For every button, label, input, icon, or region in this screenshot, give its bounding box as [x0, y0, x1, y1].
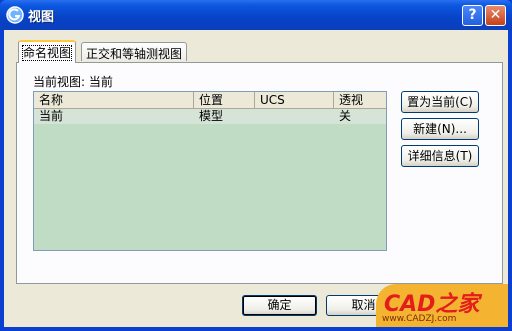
watermark-logo: CAD之家 www.CADZJ.com: [376, 284, 508, 327]
help-button[interactable]: ?: [462, 5, 483, 26]
help-icon: ?: [468, 7, 477, 23]
close-icon: ✕: [489, 7, 502, 23]
row-name: 当前: [39, 109, 64, 123]
row-location: 模型: [199, 109, 224, 123]
tab-ortho-iso-views[interactable]: 正交和等轴测视图: [81, 42, 188, 61]
ok-button[interactable]: 确定: [242, 295, 317, 316]
title-bar[interactable]: 视图 ? ✕: [0, 0, 512, 30]
app-logo-icon: [6, 6, 24, 24]
views-list[interactable]: 名称 位置 UCS 透视 当前 模型 关: [33, 91, 387, 251]
close-button[interactable]: ✕: [485, 5, 506, 26]
column-header-location[interactable]: 位置: [194, 92, 255, 108]
watermark-url: www.CADZJ.com: [382, 314, 457, 324]
list-header: 名称 位置 UCS 透视: [34, 92, 386, 109]
row-ucs: [255, 109, 260, 124]
column-header-perspective[interactable]: 透视: [334, 92, 386, 108]
dialog-client-area: 命名视图 正交和等轴测视图 当前视图: 当前 名称 位置 UCS 透视 当前 模…: [4, 30, 508, 327]
details-button[interactable]: 详细信息(T): [401, 145, 479, 167]
row-perspective: 关: [339, 109, 352, 123]
set-current-button[interactable]: 置为当前(C): [401, 91, 479, 113]
table-row[interactable]: 当前 模型 关: [34, 109, 386, 124]
window-title: 视图: [28, 10, 55, 25]
tab-panel: 当前视图: 当前 名称 位置 UCS 透视 当前 模型 关 置为当前(C) 新建…: [16, 62, 503, 284]
column-header-ucs[interactable]: UCS: [255, 92, 334, 108]
dialog-window: 视图 ? ✕ 命名视图 正交和等轴测视图 当前视图: 当前 名称 位置 UCS: [0, 0, 512, 331]
tab-named-views[interactable]: 命名视图: [18, 40, 77, 63]
tab-named-views-label: 命名视图: [21, 45, 73, 61]
tab-ortho-iso-views-label: 正交和等轴测视图: [86, 47, 183, 61]
current-view-label: 当前视图: 当前: [33, 75, 113, 89]
column-header-name[interactable]: 名称: [34, 92, 194, 108]
new-view-button[interactable]: 新建(N)...: [401, 118, 479, 140]
